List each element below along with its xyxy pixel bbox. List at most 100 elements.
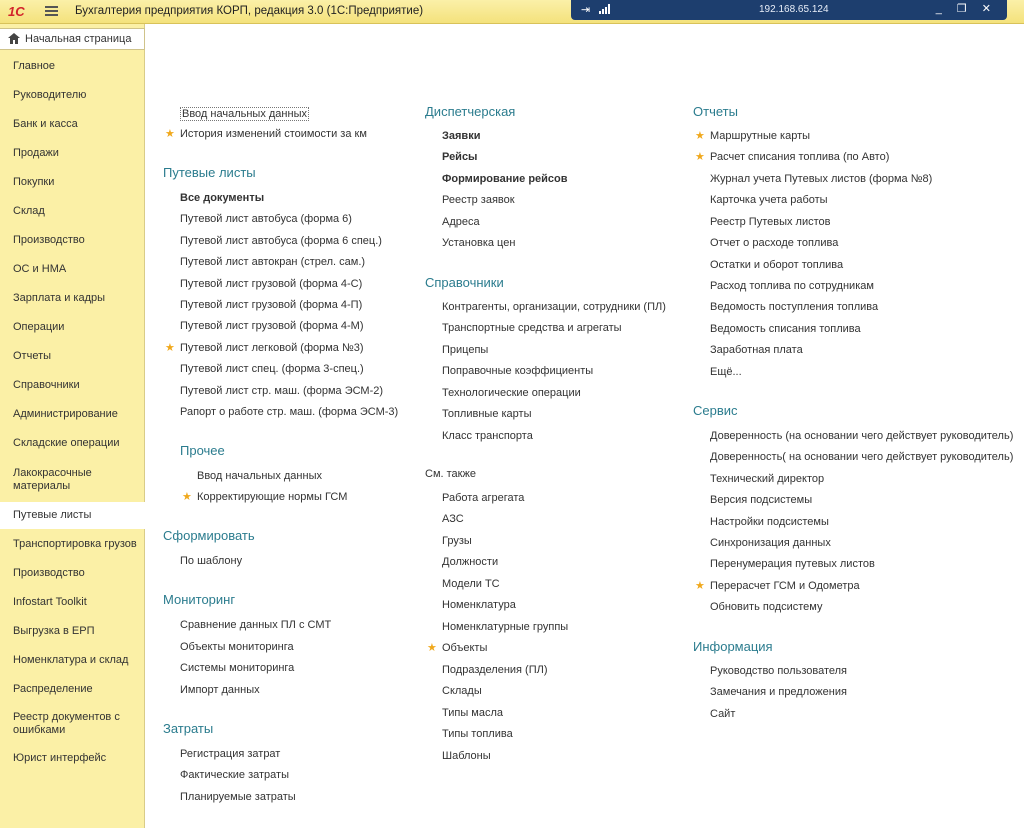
nav-link[interactable]: Технический директор — [710, 473, 824, 485]
sidebar-item[interactable]: Распределение — [0, 676, 145, 703]
nav-link[interactable]: Перерасчет ГСМ и Одометра — [710, 580, 860, 592]
nav-link[interactable]: Импорт данных — [180, 684, 260, 696]
sidebar-item[interactable]: Лакокрасочные материалы — [0, 459, 145, 500]
nav-link[interactable]: Поправочные коэффициенты — [442, 365, 593, 377]
nav-link[interactable]: Должности — [442, 556, 498, 568]
sidebar-item[interactable]: Выгрузка в ЕРП — [0, 618, 145, 645]
sidebar-item[interactable]: Реестр документов с ошибками — [0, 705, 145, 743]
sidebar-item[interactable]: Склад — [0, 198, 145, 225]
nav-link[interactable]: Типы топлива — [442, 728, 513, 740]
nav-link[interactable]: Путевой лист автобуса (форма 6 спец.) — [180, 235, 382, 247]
nav-link[interactable]: Грузы — [442, 535, 472, 547]
nav-link[interactable]: Склады — [442, 685, 482, 697]
sidebar-item[interactable]: Покупки — [0, 169, 145, 196]
nav-link[interactable]: Типы масла — [442, 707, 503, 719]
sidebar-item[interactable]: Юрист интерфейс — [0, 745, 145, 772]
nav-link[interactable]: АЗС — [442, 513, 464, 525]
favorite-star-icon[interactable]: ★ — [165, 341, 175, 354]
nav-link[interactable]: Ведомость списания топлива — [710, 323, 861, 335]
nav-link[interactable]: Путевой лист автобуса (форма 6) — [180, 213, 352, 225]
nav-link[interactable]: Путевой лист спец. (форма 3-спец.) — [180, 363, 364, 375]
favorite-star-icon[interactable]: ★ — [695, 129, 705, 142]
sidebar-item[interactable]: Производство — [0, 227, 145, 254]
sidebar-item[interactable]: Infostart Toolkit — [0, 589, 145, 616]
nav-link[interactable]: Формирование рейсов — [442, 173, 568, 185]
nav-link[interactable]: Системы мониторинга — [180, 662, 294, 674]
sidebar-item[interactable]: Номенклатура и склад — [0, 647, 145, 674]
nav-link[interactable]: Ещё... — [710, 366, 742, 378]
link-cost-history[interactable]: История изменений стоимости за км — [180, 128, 367, 140]
sidebar-item[interactable]: Отчеты — [0, 343, 145, 370]
nav-link[interactable]: Синхронизация данных — [710, 537, 831, 549]
sidebar-item[interactable]: Руководителю — [0, 82, 145, 109]
favorite-star-icon[interactable]: ★ — [427, 641, 437, 654]
nav-link[interactable]: Прицепы — [442, 344, 488, 356]
nav-link[interactable]: Технологические операции — [442, 387, 581, 399]
nav-link[interactable]: По шаблону — [180, 555, 242, 567]
sidebar-item[interactable]: Транспортировка грузов — [0, 531, 145, 558]
nav-link[interactable]: Заработная плата — [710, 344, 803, 356]
sidebar-item[interactable]: Зарплата и кадры — [0, 285, 145, 312]
nav-link[interactable]: Расчет списания топлива (по Авто) — [710, 151, 889, 163]
sidebar-item[interactable]: ОС и НМА — [0, 256, 145, 283]
favorite-star-icon[interactable]: ★ — [695, 579, 705, 592]
nav-link[interactable]: Карточка учета работы — [710, 194, 828, 206]
nav-link[interactable]: Маршрутные карты — [710, 130, 810, 142]
nav-link[interactable]: Руководство пользователя — [710, 665, 847, 677]
nav-link[interactable]: Замечания и предложения — [710, 686, 847, 698]
nav-link[interactable]: Все документы — [180, 192, 264, 204]
nav-link[interactable]: Расход топлива по сотрудникам — [710, 280, 874, 292]
main-menu-icon[interactable] — [45, 6, 58, 17]
sidebar-item[interactable]: Складские операции — [0, 430, 145, 457]
sidebar-item[interactable]: Путевые листы — [0, 502, 145, 529]
sidebar-item[interactable]: Банк и касса — [0, 111, 145, 138]
nav-link[interactable]: Реестр Путевых листов — [710, 216, 830, 228]
pin-icon[interactable]: ⇥ — [581, 3, 590, 16]
nav-link[interactable]: Номенклатура — [442, 599, 516, 611]
nav-link[interactable]: Фактические затраты — [180, 769, 289, 781]
nav-link[interactable]: Установка цен — [442, 237, 515, 249]
nav-link[interactable]: Обновить подсистему — [710, 601, 822, 613]
nav-link[interactable]: Остатки и оборот топлива — [710, 259, 843, 271]
home-tab[interactable]: Начальная страница — [0, 28, 145, 50]
nav-link[interactable]: Путевой лист грузовой (форма 4-М) — [180, 320, 364, 332]
sidebar-item[interactable]: Справочники — [0, 372, 145, 399]
nav-link[interactable]: Путевой лист стр. маш. (форма ЭСМ-2) — [180, 385, 383, 397]
nav-link[interactable]: Подразделения (ПЛ) — [442, 664, 548, 676]
nav-link[interactable]: Топливные карты — [442, 408, 532, 420]
nav-link[interactable]: Номенклатурные группы — [442, 621, 568, 633]
nav-link[interactable]: Отчет о расходе топлива — [710, 237, 838, 249]
nav-link[interactable]: Работа агрегата — [442, 492, 524, 504]
favorite-star-icon[interactable]: ★ — [165, 127, 175, 140]
nav-link[interactable]: Шаблоны — [442, 750, 491, 762]
nav-link[interactable]: Транспортные средства и агрегаты — [442, 322, 622, 334]
nav-link[interactable]: Перенумерация путевых листов — [710, 558, 875, 570]
nav-link[interactable]: Доверенность( на основании чего действуе… — [710, 451, 1013, 463]
nav-link[interactable]: Ведомость поступления топлива — [710, 301, 878, 313]
nav-link[interactable]: Объекты — [442, 642, 487, 654]
nav-link[interactable]: Модели ТС — [442, 578, 500, 590]
nav-link[interactable]: Планируемые затраты — [180, 791, 296, 803]
favorite-star-icon[interactable]: ★ — [695, 150, 705, 163]
nav-link[interactable]: Сравнение данных ПЛ с СМТ — [180, 619, 331, 631]
nav-link[interactable]: Ввод начальных данных — [197, 470, 322, 482]
nav-link[interactable]: Контрагенты, организации, сотрудники (ПЛ… — [442, 301, 666, 313]
nav-link[interactable]: Объекты мониторинга — [180, 641, 294, 653]
nav-link[interactable]: Версия подсистемы — [710, 494, 812, 506]
sidebar-item[interactable]: Операции — [0, 314, 145, 341]
sidebar-item[interactable]: Главное — [0, 53, 145, 80]
nav-link[interactable]: Путевой лист грузовой (форма 4-П) — [180, 299, 362, 311]
nav-link[interactable]: Рапорт о работе стр. маш. (форма ЭСМ-3) — [180, 406, 398, 418]
nav-link[interactable]: Путевой лист легковой (форма №3) — [180, 342, 364, 354]
window-controls[interactable]: _ ❐ ✕ — [936, 2, 997, 15]
sidebar-item[interactable]: Администрирование — [0, 401, 145, 428]
favorite-star-icon[interactable]: ★ — [182, 490, 192, 503]
nav-link[interactable]: Путевой лист автокран (стрел. сам.) — [180, 256, 365, 268]
nav-link[interactable]: Путевой лист грузовой (форма 4-С) — [180, 278, 362, 290]
nav-link[interactable]: Реестр заявок — [442, 194, 515, 206]
nav-link[interactable]: Корректирующие нормы ГСМ — [197, 491, 347, 503]
nav-link[interactable]: Класс транспорта — [442, 430, 533, 442]
nav-link[interactable]: Регистрация затрат — [180, 748, 280, 760]
nav-link[interactable]: Доверенность (на основании чего действуе… — [710, 430, 1013, 442]
sidebar-item[interactable]: Производство — [0, 560, 145, 587]
